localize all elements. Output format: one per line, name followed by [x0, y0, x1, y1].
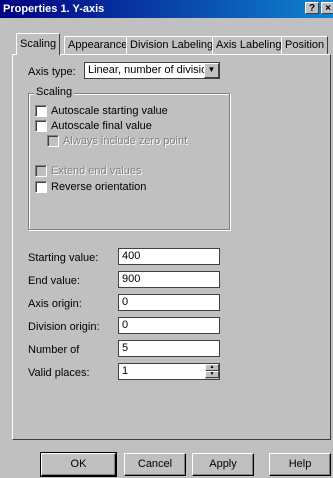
- tab-label: Division Labeling: [130, 39, 214, 51]
- axis-type-value: Linear, number of divisions: [88, 64, 219, 76]
- autoscale-final-label: Autoscale final value: [51, 120, 152, 132]
- include-zero-checkbox: [47, 135, 59, 147]
- title-bar: Properties 1. Y-axis ? ×: [0, 0, 333, 18]
- chevron-down-icon[interactable]: ▼: [204, 63, 219, 78]
- cancel-button[interactable]: Cancel: [124, 453, 186, 476]
- starting-value: 400: [122, 250, 141, 262]
- spin-up-icon[interactable]: ▲: [205, 364, 219, 371]
- scaling-group-title: Scaling: [34, 86, 75, 98]
- tab-label: Scaling: [20, 38, 57, 50]
- end-value-input[interactable]: 900: [118, 271, 220, 288]
- help-button[interactable]: Help: [269, 453, 331, 476]
- starting-value-input[interactable]: 400: [118, 248, 220, 265]
- axis-type-select[interactable]: Linear, number of divisions: [84, 62, 220, 79]
- number-of-input[interactable]: 5: [118, 340, 220, 357]
- end-value: 900: [122, 273, 141, 285]
- tab-axis-labeling[interactable]: Axis Labeling: [212, 36, 286, 54]
- valid-places-value: 1: [122, 365, 129, 377]
- reverse-orientation-checkbox[interactable]: [35, 181, 47, 193]
- autoscale-final-checkbox[interactable]: [35, 120, 47, 132]
- end-value-label: End value:: [28, 275, 80, 287]
- axis-origin-label: Axis origin:: [28, 298, 82, 310]
- tab-label: Axis Labeling: [216, 39, 282, 51]
- help-icon[interactable]: ?: [305, 2, 319, 14]
- apply-button[interactable]: Apply: [192, 453, 254, 476]
- autoscale-start-checkbox[interactable]: [35, 105, 47, 117]
- spin-down-icon[interactable]: ▼: [205, 371, 219, 378]
- ok-button[interactable]: OK: [40, 452, 117, 477]
- close-icon[interactable]: ×: [321, 2, 333, 14]
- tab-position[interactable]: Position: [281, 36, 329, 54]
- extend-end-values-checkbox: [35, 165, 47, 177]
- axis-type-label: Axis type:: [28, 66, 76, 78]
- number-of-label: Number of: [28, 344, 80, 356]
- tab-division-labeling[interactable]: Division Labeling: [126, 36, 218, 54]
- division-origin-label: Division origin:: [28, 321, 100, 333]
- axis-origin-input[interactable]: 0: [118, 294, 220, 311]
- extend-end-values-label: Extend end values: [51, 165, 142, 177]
- autoscale-start-label: Autoscale starting value: [51, 105, 168, 117]
- tab-label: Position: [285, 39, 325, 51]
- valid-places-spinner[interactable]: ▲ ▼: [205, 364, 219, 379]
- window-title: Properties 1. Y-axis: [3, 3, 105, 15]
- starting-value-label: Starting value:: [28, 252, 99, 264]
- number-of-value: 5: [122, 342, 129, 354]
- include-zero-label: Always include zero point: [63, 135, 188, 147]
- tab-scaling[interactable]: Scaling: [16, 33, 61, 55]
- tab-appearance[interactable]: Appearance: [64, 36, 132, 54]
- valid-places-label: Valid places:: [28, 367, 90, 379]
- division-origin-input[interactable]: 0: [118, 317, 220, 334]
- axis-origin-value: 0: [122, 296, 129, 308]
- tab-label: Appearance: [68, 39, 128, 51]
- reverse-orientation-label: Reverse orientation: [51, 181, 147, 193]
- division-origin-value: 0: [122, 319, 129, 331]
